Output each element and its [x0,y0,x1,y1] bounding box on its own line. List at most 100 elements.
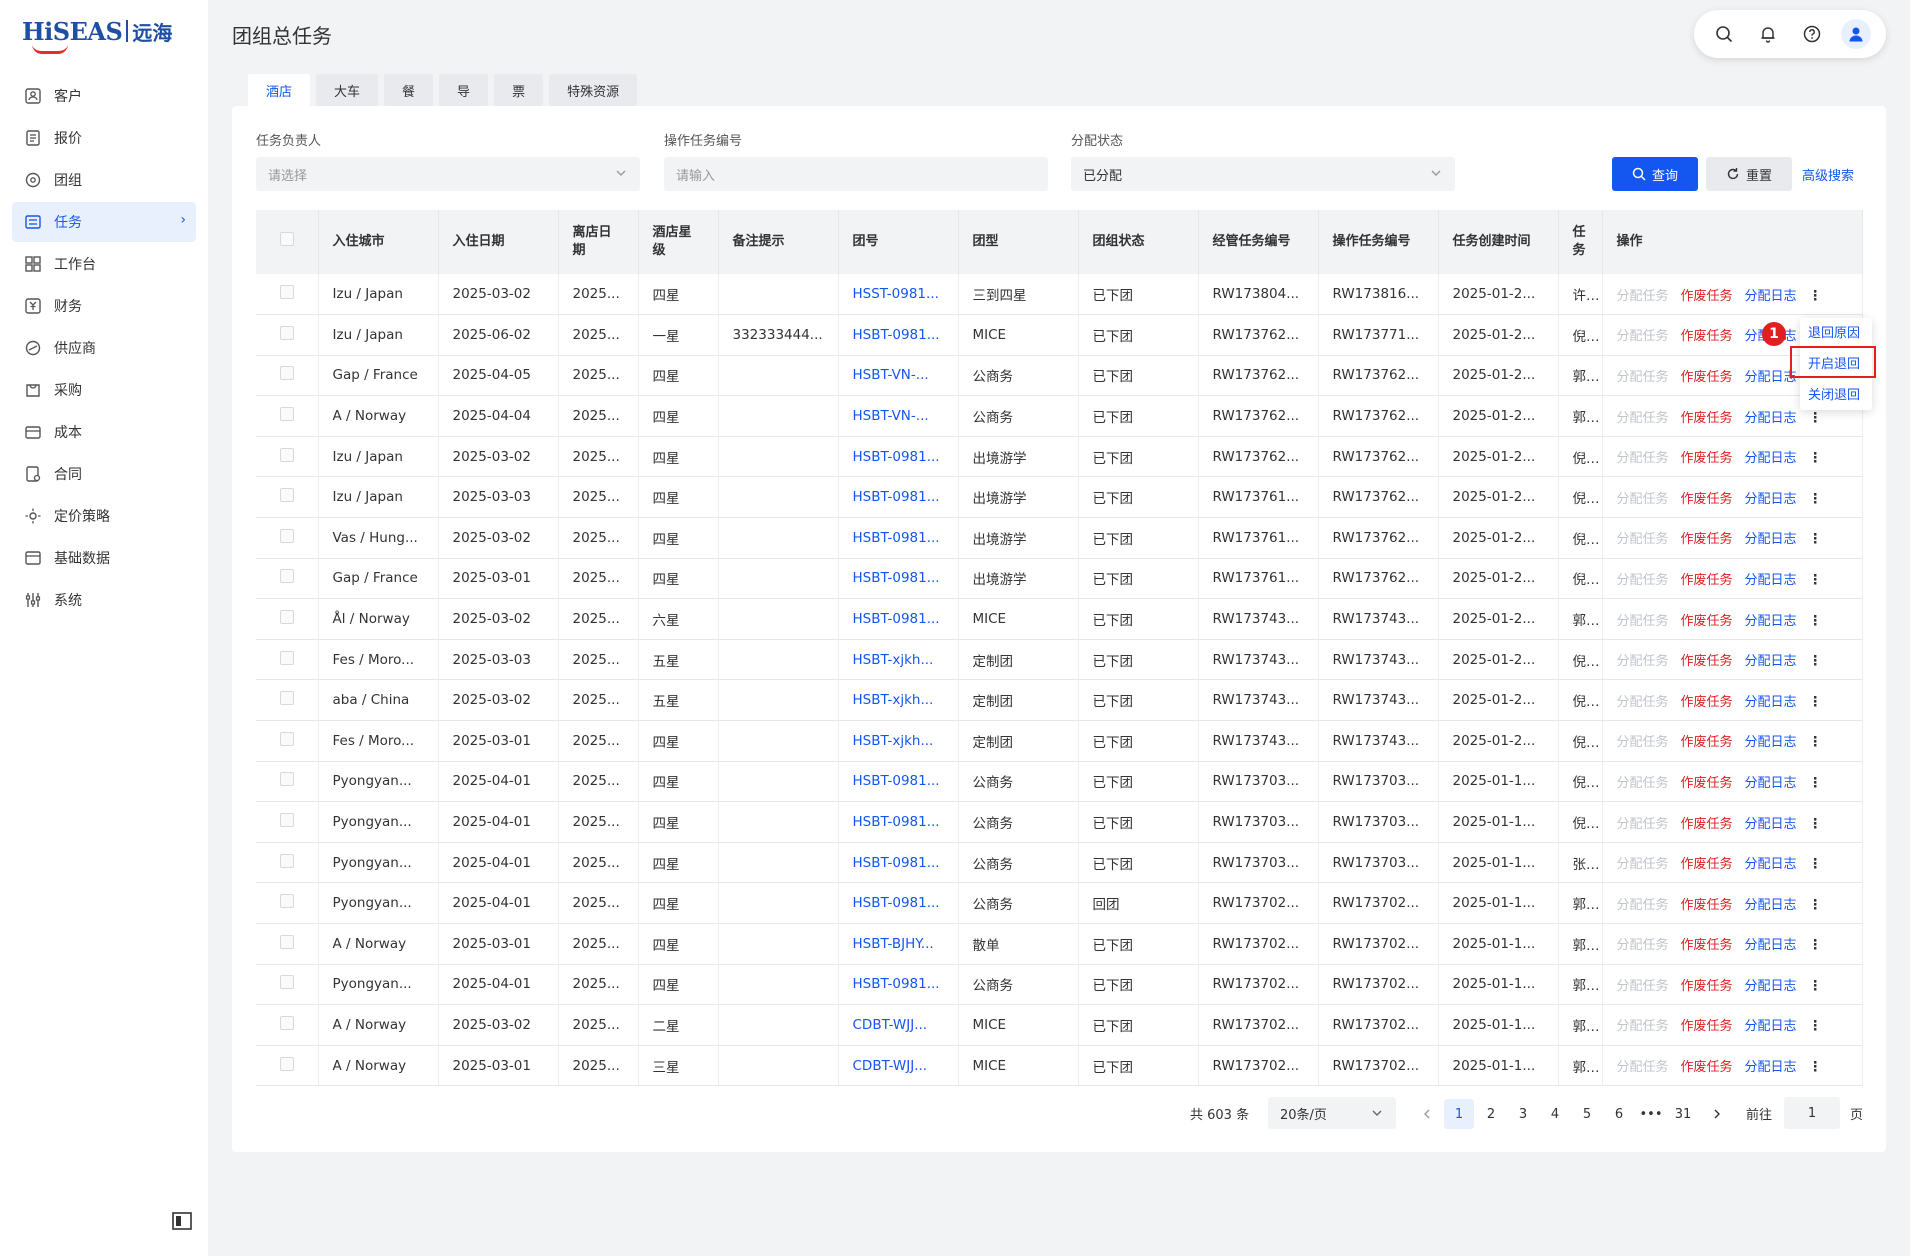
row-checkbox[interactable] [279,813,294,828]
table-cell[interactable]: CDBT-WJJ... [838,1004,959,1046]
prev-page-icon[interactable] [1412,1099,1442,1129]
sidebar-item-workbench[interactable]: 工作台 [12,244,196,284]
assign-log-link[interactable]: 分配日志 [1745,370,1797,385]
row-checkbox[interactable] [279,610,294,625]
assign-log-link[interactable]: 分配日志 [1745,938,1797,953]
assign-task-link[interactable]: 分配任务 [1617,898,1669,913]
more-vertical-icon[interactable]: ⋮ [1809,653,1823,669]
void-task-link[interactable]: 作废任务 [1681,857,1733,872]
assign-task-link[interactable]: 分配任务 [1617,532,1669,547]
void-task-link[interactable]: 作废任务 [1681,654,1733,669]
assign-log-link[interactable]: 分配日志 [1745,695,1797,710]
row-checkbox[interactable] [279,447,294,462]
void-task-link[interactable]: 作废任务 [1681,573,1733,588]
void-task-link[interactable]: 作废任务 [1681,451,1733,466]
assign-log-link[interactable]: 分配日志 [1745,492,1797,507]
more-vertical-icon[interactable]: ⋮ [1809,816,1823,832]
query-button[interactable]: 查询 [1612,157,1698,191]
sidebar-item-group[interactable]: 团组 [12,160,196,200]
void-task-link[interactable]: 作废任务 [1681,817,1733,832]
assign-log-link[interactable]: 分配日志 [1745,1019,1797,1034]
table-cell[interactable]: HSBT-xjkh... [838,679,959,722]
page-number[interactable]: 4 [1540,1099,1570,1129]
assign-task-link[interactable]: 分配任务 [1617,573,1669,588]
row-checkbox[interactable] [279,650,294,665]
page-number[interactable]: 5 [1572,1099,1602,1129]
table-cell[interactable]: HSBT-0981... [838,598,959,640]
table-cell[interactable]: HSBT-0981... [838,314,959,356]
assign-log-link[interactable]: 分配日志 [1745,451,1797,466]
tab-0[interactable]: 酒店 [248,74,311,106]
sidebar-item-supplier[interactable]: 供应商 [12,328,196,368]
sidebar-item-pricing[interactable]: 定价策略 [12,496,196,536]
row-checkbox[interactable] [279,528,294,543]
void-task-link[interactable]: 作废任务 [1681,1060,1733,1075]
sidebar-item-contract[interactable]: 合同 [12,454,196,494]
assign-task-link[interactable]: 分配任务 [1617,735,1669,750]
void-task-link[interactable]: 作废任务 [1681,898,1733,913]
more-vertical-icon[interactable]: ⋮ [1809,1018,1823,1034]
assign-task-link[interactable]: 分配任务 [1617,451,1669,466]
sidebar-item-quote[interactable]: 报价 [12,118,196,158]
more-vertical-icon[interactable]: ⋮ [1809,856,1823,872]
more-vertical-icon[interactable]: ⋮ [1809,897,1823,913]
table-cell[interactable]: HSST-0981... [838,274,959,316]
table-cell[interactable]: HSBT-xjkh... [838,720,959,762]
assign-task-link[interactable]: 分配任务 [1617,817,1669,832]
more-vertical-icon[interactable]: ⋮ [1809,694,1823,710]
void-task-link[interactable]: 作废任务 [1681,411,1733,426]
assign-log-link[interactable]: 分配日志 [1745,979,1797,994]
table-cell[interactable]: CDBT-WJJ... [838,1045,959,1087]
more-vertical-icon[interactable]: ⋮ [1809,613,1823,629]
dropdown-item-disable-return[interactable]: 关闭退回 [1808,384,1860,403]
assign-task-link[interactable]: 分配任务 [1617,654,1669,669]
table-cell[interactable]: HSBT-0981... [838,476,959,519]
assign-log-link[interactable]: 分配日志 [1745,411,1797,426]
void-task-link[interactable]: 作废任务 [1681,776,1733,791]
assign-task-link[interactable]: 分配任务 [1617,938,1669,953]
row-checkbox[interactable] [279,488,294,503]
tab-2[interactable]: 餐 [384,74,434,106]
tab-5[interactable]: 特殊资源 [549,74,638,106]
assign-task-link[interactable]: 分配任务 [1617,979,1669,994]
table-cell[interactable]: HSBT-VN-... [838,355,959,397]
table-cell[interactable]: HSBT-0981... [838,761,959,803]
void-task-link[interactable]: 作废任务 [1681,329,1733,344]
assign-task-link[interactable]: 分配任务 [1617,329,1669,344]
page-size-select[interactable]: 20条/页 [1268,1097,1396,1129]
more-vertical-icon[interactable]: ⋮ [1809,288,1823,304]
assign-task-link[interactable]: 分配任务 [1617,411,1669,426]
bell-icon[interactable] [1753,19,1783,49]
reset-button[interactable]: 重置 [1706,157,1792,191]
assign-log-link[interactable]: 分配日志 [1745,817,1797,832]
assign-log-link[interactable]: 分配日志 [1745,776,1797,791]
more-vertical-icon[interactable]: ⋮ [1809,937,1823,953]
table-cell[interactable]: HSBT-0981... [838,842,959,884]
more-vertical-icon[interactable]: ⋮ [1809,410,1823,426]
page-number[interactable]: 1 [1444,1099,1474,1129]
assign-log-link[interactable]: 分配日志 [1745,614,1797,629]
row-checkbox[interactable] [279,934,294,949]
row-checkbox[interactable] [279,325,294,340]
more-vertical-icon[interactable]: ⋮ [1809,734,1823,750]
goto-page-input[interactable]: 1 [1784,1097,1840,1129]
table-cell[interactable]: HSBT-0981... [838,436,959,478]
row-checkbox[interactable] [279,1015,294,1030]
assign-log-link[interactable]: 分配日志 [1745,532,1797,547]
row-checkbox[interactable] [279,691,294,706]
assign-log-link[interactable]: 分配日志 [1745,573,1797,588]
tab-4[interactable]: 票 [494,74,544,106]
more-vertical-icon[interactable]: ⋮ [1809,1059,1823,1075]
help-icon[interactable] [1797,19,1827,49]
assign-task-link[interactable]: 分配任务 [1617,614,1669,629]
sidebar-item-customer[interactable]: 客户 [12,76,196,116]
page-number[interactable]: 6 [1604,1099,1634,1129]
page-ellipsis[interactable]: ••• [1636,1099,1666,1129]
assign-log-link[interactable]: 分配日志 [1745,289,1797,304]
assign-log-link[interactable]: 分配日志 [1745,654,1797,669]
sidebar-item-cost[interactable]: 成本 [12,412,196,452]
more-vertical-icon[interactable]: ⋮ [1809,531,1823,547]
void-task-link[interactable]: 作废任务 [1681,695,1733,710]
table-cell[interactable]: HSBT-VN-... [838,395,959,437]
owner-select[interactable]: 请选择 [256,157,640,191]
